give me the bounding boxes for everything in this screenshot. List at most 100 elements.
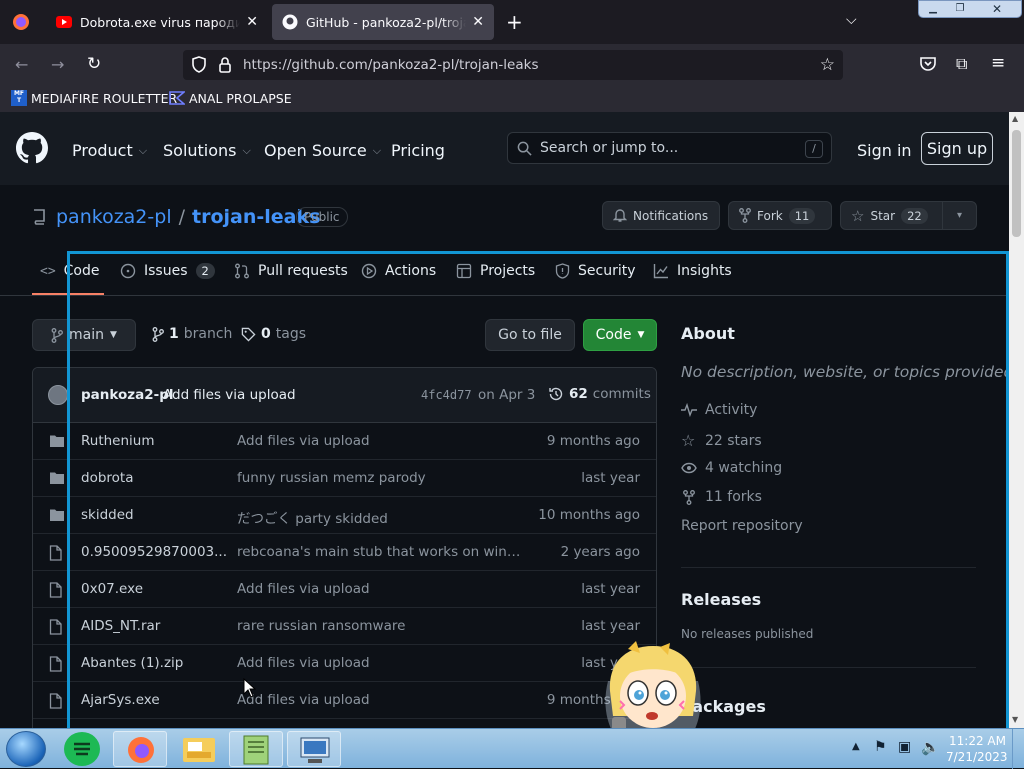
tab-code[interactable]: <> Code xyxy=(40,263,100,279)
file-commit-message[interactable]: だつごく party skidded xyxy=(237,507,527,527)
clock[interactable]: 11:22 AM 7/21/2023 xyxy=(946,733,1008,765)
restore-icon[interactable]: ❐ xyxy=(947,1,973,17)
file-commit-message[interactable]: rare russian ransomware xyxy=(237,618,527,634)
file-name[interactable]: AjarSys.exe xyxy=(81,692,160,708)
tab-projects[interactable]: Projects xyxy=(456,263,535,279)
close-icon[interactable]: ✕ xyxy=(472,14,484,30)
action-center-flag-icon[interactable]: ⚑ xyxy=(874,739,887,755)
file-commit-message[interactable]: Add files via upload xyxy=(237,581,527,597)
commits-link[interactable]: 62 commits xyxy=(548,386,651,402)
file-row[interactable]: Abantes (1).zip Add files via upload last … xyxy=(33,645,656,682)
network-icon[interactable]: ▣ xyxy=(898,739,911,755)
spotify-icon[interactable] xyxy=(64,732,100,766)
avatar[interactable] xyxy=(48,385,68,405)
url-bar[interactable]: https://github.com/pankoza2-pl/trojan-le… xyxy=(183,50,843,80)
taskbar-notepad[interactable] xyxy=(229,731,283,767)
show-desktop-button[interactable] xyxy=(1012,729,1024,769)
file-explorer-icon[interactable] xyxy=(178,733,220,765)
file-commit-message[interactable]: funny russian memz parody xyxy=(237,470,527,486)
file-name[interactable]: AIDS_NT.rar xyxy=(81,618,160,634)
file-row[interactable]: 0x07.exe Add files via upload last year xyxy=(33,571,656,608)
file-name[interactable]: 0.95009529870003... xyxy=(81,544,227,560)
file-name[interactable]: skidded xyxy=(81,507,134,523)
tab-actions[interactable]: Actions xyxy=(361,263,436,279)
minimize-icon[interactable]: ▁ xyxy=(919,1,947,17)
scrollbar-thumb[interactable] xyxy=(1012,130,1021,237)
file-commit-message[interactable]: rebcoana's main stub that works on win7 … xyxy=(237,544,527,560)
window-close-icon[interactable]: ✕ xyxy=(973,1,1021,17)
file-name[interactable]: Ruthenium xyxy=(81,433,155,449)
report-repository-link[interactable]: Report repository xyxy=(681,518,803,534)
commit-message[interactable]: Add files via upload xyxy=(163,387,296,403)
file-name[interactable]: dobrota xyxy=(81,470,133,486)
file-name[interactable]: Abantes (1).zip xyxy=(81,655,183,671)
tab-pull-requests[interactable]: Pull requests xyxy=(234,263,348,279)
forks-link[interactable]: 11 forks xyxy=(681,489,762,505)
nav-pricing[interactable]: Pricing xyxy=(391,141,445,160)
browser-tab-youtube[interactable]: Dobrota.exe virus пародия на MEMZ ✕ xyxy=(46,4,268,40)
firefox-menu-icon[interactable] xyxy=(12,13,30,31)
taskbar-firefox[interactable] xyxy=(113,731,167,767)
commit-author[interactable]: pankoza2-pl xyxy=(81,387,174,403)
bookmark-star-icon[interactable]: ☆ xyxy=(820,55,835,75)
nav-open-source[interactable]: Open Source ⌵ xyxy=(264,141,381,160)
code-download-button[interactable]: Code ▼ xyxy=(583,319,657,351)
extensions-icon[interactable]: ⧉ xyxy=(956,54,967,74)
list-tabs-icon[interactable]: ⌵ xyxy=(846,12,857,28)
bookmark-mediafire[interactable]: MF T MEDIAFIRE ROULETTER xyxy=(11,90,177,106)
watchers-link[interactable]: 4 watching xyxy=(681,460,782,476)
forward-arrow-icon[interactable]: → xyxy=(51,55,64,74)
scroll-up-arrow-icon[interactable]: ▲ xyxy=(1012,114,1018,123)
activity-link[interactable]: Activity xyxy=(681,402,757,418)
volume-icon[interactable]: 🔈 xyxy=(921,738,940,756)
close-icon[interactable]: ✕ xyxy=(246,14,258,30)
branch-icon xyxy=(51,327,63,343)
hamburger-menu-icon[interactable]: ≡ xyxy=(991,53,1005,73)
file-row[interactable]: 0.95009529870003... rebcoana's main stub … xyxy=(33,534,656,571)
go-to-file-button[interactable]: Go to file xyxy=(485,319,575,351)
bookmark-anal-prolapse[interactable]: ANAL PROLAPSE xyxy=(169,90,292,106)
file-row[interactable]: AjarSys.exe Add files via upload 9 months … xyxy=(33,682,656,719)
sign-in-link[interactable]: Sign in xyxy=(857,141,912,160)
reload-icon[interactable]: ↻ xyxy=(87,54,101,74)
shield-icon[interactable] xyxy=(191,56,207,74)
file-commit-message[interactable]: Add files via upload xyxy=(237,655,527,671)
fork-button[interactable]: Fork 11 xyxy=(728,201,832,230)
github-logo-icon[interactable] xyxy=(16,132,48,164)
back-arrow-icon[interactable]: ← xyxy=(15,55,28,74)
commit-sha[interactable]: 4fc4d77 xyxy=(421,388,472,402)
nav-solutions[interactable]: Solutions ⌵ xyxy=(163,141,251,160)
star-button[interactable]: ☆ Star 22 ▾ xyxy=(840,201,977,230)
lock-icon[interactable] xyxy=(218,56,232,74)
file-row[interactable]: skidded だつごく party skidded 10 months ago xyxy=(33,497,656,534)
nav-product[interactable]: Product ⌵ xyxy=(72,141,147,160)
branches-link[interactable]: 1 branch xyxy=(152,326,232,342)
file-commit-message[interactable]: Add files via upload xyxy=(237,692,527,708)
releases-heading[interactable]: Releases xyxy=(681,590,761,609)
new-tab-icon[interactable]: + xyxy=(506,10,523,34)
window-controls: ▁ ❐ ✕ xyxy=(918,0,1022,18)
tab-issues[interactable]: Issues 2 xyxy=(120,263,215,279)
file-row[interactable]: dobrota funny russian memz parody last yea… xyxy=(33,460,656,497)
sign-up-button[interactable]: Sign up xyxy=(921,132,993,165)
page-scrollbar[interactable]: ▲ ▼ xyxy=(1009,112,1024,728)
notifications-button[interactable]: Notifications xyxy=(602,201,720,230)
star-dropdown-caret-icon[interactable]: ▾ xyxy=(942,202,976,229)
file-commit-message[interactable]: Add files via upload xyxy=(237,433,527,449)
tags-link[interactable]: 0 tags xyxy=(241,326,306,342)
branch-select-button[interactable]: main ▼ xyxy=(32,319,136,351)
pocket-icon[interactable] xyxy=(919,56,937,72)
show-hidden-icons-icon[interactable]: ▲ xyxy=(852,741,860,752)
browser-tab-github[interactable]: GitHub - pankoza2-pl/trojan-leaks ✕ xyxy=(272,4,494,40)
taskbar-screen-tool[interactable] xyxy=(287,731,341,767)
repo-owner-link[interactable]: pankoza2-pl xyxy=(56,206,172,228)
start-button-icon[interactable] xyxy=(6,731,46,767)
file-row[interactable]: AIDS_NT.rar rare russian ransomware last y… xyxy=(33,608,656,645)
file-row[interactable]: Ruthenium Add files via upload 9 months ag… xyxy=(33,423,656,460)
search-input[interactable]: Search or jump to... / xyxy=(507,132,832,164)
file-name[interactable]: 0x07.exe xyxy=(81,581,143,597)
tab-insights[interactable]: Insights xyxy=(653,263,732,279)
stars-link[interactable]: ☆ 22 stars xyxy=(681,431,762,450)
scroll-down-arrow-icon[interactable]: ▼ xyxy=(1012,715,1018,724)
tab-security[interactable]: Security xyxy=(555,263,636,279)
